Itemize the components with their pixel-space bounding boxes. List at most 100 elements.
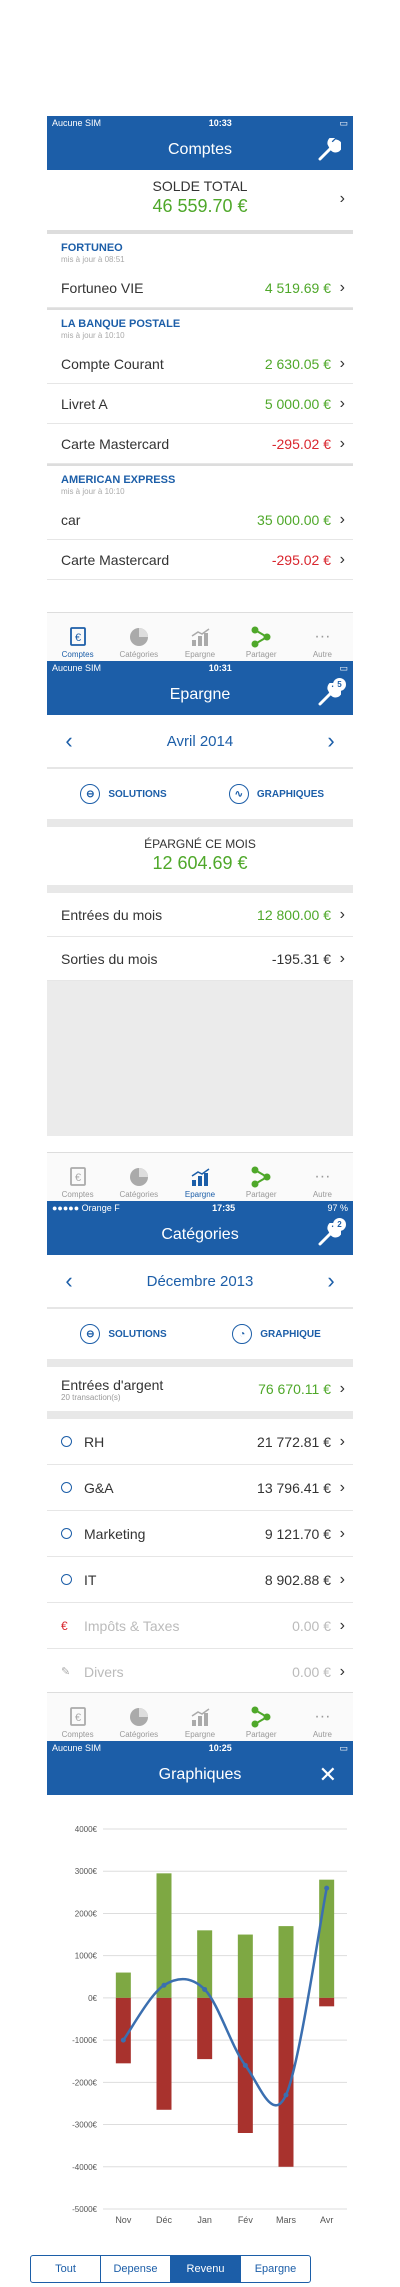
bank-updated: mis à jour à 10:10	[61, 487, 125, 496]
account-row[interactable]: Fortuneo VIE 4 519.69 € ›	[47, 268, 353, 308]
tab-comptes[interactable]: € Comptes	[47, 1693, 108, 1741]
tab-partager[interactable]: Partager	[231, 1693, 292, 1741]
bar-chart-icon	[191, 1708, 210, 1726]
close-icon[interactable]: ✕	[319, 1762, 337, 1788]
tab-comptes[interactable]: € Comptes	[47, 1153, 108, 1201]
category-row[interactable]: € Impôts & Taxes 0.00 € ›	[47, 1603, 353, 1649]
category-row[interactable]: RH 21 772.81 € ›	[47, 1419, 353, 1465]
chevron-right-icon: ›	[339, 1616, 345, 1634]
income-bar	[115, 1972, 131, 1998]
income-expense-chart: 4000€ 3000€ 2000€ 1000€ 0€ -1000€ -2000€ -3000€…	[72, 1825, 347, 2225]
balance-point	[283, 2092, 289, 2098]
segment-control: Tout Depense Revenu Epargne	[30, 2255, 311, 2283]
y-tick-label: -5000€	[72, 2205, 97, 2214]
bank-updated: mis à jour à 10:10	[61, 331, 125, 340]
category-row[interactable]: IT 8 902.88 € ›	[47, 1557, 353, 1603]
exits-row[interactable]: Sorties du mois -195.31 € ›	[47, 937, 353, 981]
chevron-left-icon[interactable]: ‹	[59, 1268, 79, 1294]
chevron-right-icon[interactable]: ›	[321, 1268, 341, 1294]
tab-autre[interactable]: ··· Autre	[292, 1153, 353, 1201]
category-row[interactable]: Marketing 9 121.70 € ›	[47, 1511, 353, 1557]
total-balance[interactable]: SOLDE TOTAL 46 559.70 € ›	[47, 170, 353, 232]
solutions-label: SOLUTIONS	[108, 788, 167, 800]
income-row[interactable]: Entrées d'argent 20 transaction(s) 76 67…	[47, 1367, 353, 1419]
account-value: 4 519.69 €	[264, 279, 331, 296]
page-title: Epargne	[169, 686, 231, 703]
entries-row[interactable]: Entrées du mois 12 800.00 € ›	[47, 893, 353, 937]
segment-depense[interactable]: Depense	[101, 2256, 171, 2282]
tab-categories[interactable]: Catégories	[108, 613, 169, 661]
wrench-icon[interactable]	[317, 138, 341, 162]
tab-epargne[interactable]: Epargne	[169, 1153, 230, 1201]
account-row[interactable]: Carte Mastercard -295.02 € ›	[47, 540, 353, 580]
page-title: Comptes	[167, 141, 233, 158]
income-bar	[319, 1879, 335, 1998]
chevron-right-icon: ›	[339, 394, 345, 412]
tab-epargne[interactable]: Epargne	[169, 613, 230, 661]
tab-categories[interactable]: Catégories	[108, 1693, 169, 1741]
tab-label: Autre	[312, 650, 332, 659]
segment-tout[interactable]: Tout	[31, 2256, 101, 2282]
solutions-icon: ⊖	[80, 784, 101, 804]
tab-partager[interactable]: Partager	[231, 1153, 292, 1201]
category-icon	[61, 1482, 72, 1493]
x-tick-label: Fév	[238, 2215, 254, 2225]
y-tick-label: -4000€	[72, 2163, 97, 2172]
chevron-right-icon[interactable]: ›	[321, 728, 341, 754]
chevron-right-icon: ›	[339, 1524, 345, 1542]
tab-partager[interactable]: Partager	[231, 613, 292, 661]
graphique-button[interactable]: ◔ GRAPHIQUE	[200, 1309, 353, 1359]
segment-revenu[interactable]: Revenu	[171, 2256, 241, 2282]
account-label: Carte Mastercard	[61, 435, 170, 452]
account-row[interactable]: Livret A 5 000.00 € ›	[47, 384, 353, 424]
exits-value: -195.31 €	[271, 950, 331, 967]
account-value: -295.02 €	[271, 435, 331, 452]
category-row[interactable]: ✎ Divers 0.00 € ›	[47, 1649, 353, 1695]
account-row[interactable]: car 35 000.00 € ›	[47, 500, 353, 540]
clock: 10:31	[208, 663, 232, 673]
balance-point	[120, 2037, 126, 2043]
tab-categories[interactable]: Catégories	[108, 1153, 169, 1201]
euro-card-icon: €	[69, 1167, 86, 1186]
solutions-button[interactable]: ⊖ SOLUTIONS	[47, 769, 200, 819]
category-value: 21 772.81 €	[257, 1433, 331, 1450]
tab-label: Epargne	[184, 1730, 216, 1739]
tab-autre[interactable]: ··· Autre	[292, 1693, 353, 1741]
chevron-right-icon: ›	[339, 550, 345, 568]
chevron-right-icon: ›	[339, 354, 345, 372]
chevron-right-icon: ›	[339, 278, 345, 296]
tab-comptes[interactable]: € Comptes	[47, 613, 108, 661]
category-row[interactable]: G&A 13 796.41 € ›	[47, 1465, 353, 1511]
bank-name: FORTUNEO	[61, 242, 123, 254]
carrier: ●●●●● Orange F	[52, 1203, 120, 1213]
saved-this-month: ÉPARGNÉ CE MOIS 12 604.69 €	[47, 827, 353, 893]
chevron-right-icon: ›	[339, 949, 345, 967]
pie-chart-icon	[129, 628, 148, 646]
x-tick-label: Mars	[276, 2215, 296, 2225]
expense-bar	[319, 1997, 335, 2007]
graphiques-button[interactable]: ∿ GRAPHIQUES	[200, 769, 353, 819]
tab-epargne[interactable]: Epargne	[169, 1693, 230, 1741]
tools-button[interactable]: 5	[317, 678, 346, 707]
segment-epargne[interactable]: Epargne	[241, 2256, 310, 2282]
tab-label: Partager	[245, 1190, 277, 1199]
chevron-right-icon: ›	[339, 1570, 345, 1588]
x-tick-label: Jan	[197, 2215, 212, 2225]
solutions-button[interactable]: ⊖ SOLUTIONS	[47, 1309, 200, 1359]
month-selector: ‹ Avril 2014 ›	[47, 715, 353, 769]
nav-bar: Comptes	[47, 130, 353, 170]
nav-bar: Catégories 2	[47, 1215, 353, 1255]
screen-graphiques: Aucune SIM 10:25 ▭ Graphiques ✕ 4000€ 300…	[47, 1741, 353, 2287]
account-row[interactable]: Carte Mastercard -295.02 € ›	[47, 424, 353, 464]
account-row[interactable]: Compte Courant 2 630.05 € ›	[47, 344, 353, 384]
clock: 10:33	[208, 118, 232, 128]
tools-button[interactable]: 2	[317, 1218, 346, 1247]
bank-header: AMERICAN EXPRESS mis à jour à 10:10	[47, 464, 353, 500]
euro-card-icon: €	[69, 627, 86, 646]
tab-bar: € Comptes Catégories Epargne Partager ··…	[47, 1152, 353, 1201]
tab-autre[interactable]: ··· Autre	[292, 613, 353, 661]
chevron-left-icon[interactable]: ‹	[59, 728, 79, 754]
y-tick-label: -1000€	[72, 2036, 97, 2045]
x-tick-label: Déc	[156, 2215, 173, 2225]
chevron-right-icon: ›	[339, 905, 345, 923]
